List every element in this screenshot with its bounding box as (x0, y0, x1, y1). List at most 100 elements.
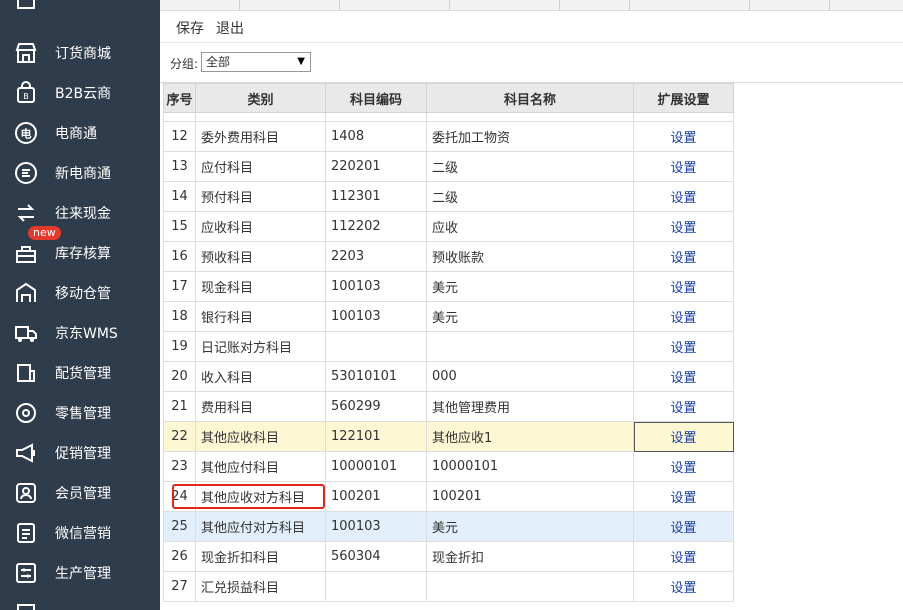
settings-link[interactable]: 设置 (633, 121, 734, 152)
settings-link[interactable]: 设置 (633, 361, 734, 392)
cell-code[interactable]: 53010101 (325, 361, 427, 392)
sidebar-item-new-ecommerce[interactable]: 新电商通 (0, 153, 160, 193)
sidebar-item-jd-wms[interactable]: 京东WMS (0, 313, 160, 353)
cell-name[interactable] (426, 331, 634, 362)
cell-category[interactable]: 委外费用科目 (195, 121, 326, 152)
cell-code[interactable]: 112301 (325, 181, 427, 212)
settings-link[interactable]: 设置 (633, 391, 734, 422)
settings-link[interactable]: 设置 (633, 151, 734, 182)
cell-category[interactable]: 汇兑损益科目 (195, 571, 326, 602)
sidebar-item-top[interactable] (0, 0, 160, 20)
table-row[interactable]: 18 银行科目 100103 美元 设置 (163, 301, 734, 332)
cell-name[interactable]: 100201 (426, 481, 634, 512)
top-tab[interactable] (450, 0, 560, 10)
cell-name[interactable]: 二级 (426, 151, 634, 182)
cell-code[interactable]: 122101 (325, 421, 427, 452)
cell-name[interactable]: 预收账款 (426, 241, 634, 272)
cell-category[interactable]: 预收科目 (195, 241, 326, 272)
cell-code[interactable]: 100103 (325, 301, 427, 332)
cell-category[interactable]: 其他应付对方科目 (195, 511, 326, 542)
sidebar-item-retail[interactable]: 零售管理 (0, 393, 160, 433)
cell-category[interactable]: 其他应收对方科目 (195, 481, 326, 512)
cell-category[interactable]: 日记账对方科目 (195, 331, 326, 362)
cell-name[interactable]: 10000101 (426, 451, 634, 482)
settings-link[interactable]: 设置 (633, 451, 734, 482)
top-tab[interactable] (340, 0, 450, 10)
sidebar-item-mobile-warehouse[interactable]: 移动仓管 (0, 273, 160, 313)
table-row[interactable]: 27 汇兑损益科目 设置 (163, 571, 734, 602)
cell-code[interactable]: 560299 (325, 391, 427, 422)
cell-category[interactable]: 现金折扣科目 (195, 541, 326, 572)
sidebar-item-cash[interactable]: 往来现金 (0, 193, 160, 233)
cell-code[interactable]: 100103 (325, 271, 427, 302)
exit-button[interactable]: 退出 (216, 18, 244, 38)
cell-name[interactable]: 000 (426, 361, 634, 392)
settings-link[interactable]: 设置 (633, 271, 734, 302)
cell-name[interactable]: 其他管理费用 (426, 391, 634, 422)
cell-category[interactable]: 银行科目 (195, 301, 326, 332)
cell-category[interactable]: 应付科目 (195, 151, 326, 182)
table-row[interactable]: 14 预付科目 112301 二级 设置 (163, 181, 734, 212)
settings-link[interactable]: 设置 (633, 211, 734, 242)
cell-name[interactable]: 美元 (426, 511, 634, 542)
sidebar-item-distribution[interactable]: 配货管理 (0, 353, 160, 393)
cell-name[interactable]: 美元 (426, 301, 634, 332)
cell-category[interactable]: 现金科目 (195, 271, 326, 302)
table-row[interactable]: 20 收入科目 53010101 000 设置 (163, 361, 734, 392)
settings-link[interactable]: 设置 (633, 241, 734, 272)
save-button[interactable]: 保存 (176, 18, 204, 38)
top-tab[interactable] (560, 0, 630, 10)
cell-name[interactable]: 委托加工物资 (426, 121, 634, 152)
settings-link[interactable]: 设置 (633, 301, 734, 332)
cell-name[interactable]: 其他应收1 (426, 421, 634, 452)
sidebar-item-promotion[interactable]: 促销管理 (0, 433, 160, 473)
cell-name[interactable] (426, 571, 634, 602)
table-row[interactable]: 19 日记账对方科目 设置 (163, 331, 734, 362)
top-tab[interactable] (160, 0, 240, 10)
cell-code[interactable]: 100103 (325, 511, 427, 542)
cell-name[interactable]: 应收 (426, 211, 634, 242)
cell-code[interactable]: 560304 (325, 541, 427, 572)
sidebar-item-member[interactable]: 会员管理 (0, 473, 160, 513)
table-row[interactable]: 21 费用科目 560299 其他管理费用 设置 (163, 391, 734, 422)
group-select[interactable]: 全部 ▼ (201, 52, 311, 72)
table-row[interactable]: 23 其他应付科目 10000101 10000101 设置 (163, 451, 734, 482)
sidebar-item-ecommerce[interactable]: 电 电商通 (0, 113, 160, 153)
cell-category[interactable]: 收入科目 (195, 361, 326, 392)
sidebar-item-wechat[interactable]: 微信营销 (0, 513, 160, 553)
cell-category[interactable]: 其他应付科目 (195, 451, 326, 482)
cell-code[interactable]: 1408 (325, 121, 427, 152)
table-row[interactable]: 13 应付科目 220201 二级 设置 (163, 151, 734, 182)
cell-code[interactable] (325, 331, 427, 362)
cell-name[interactable]: 现金折扣 (426, 541, 634, 572)
cell-category[interactable]: 费用科目 (195, 391, 326, 422)
sidebar-item-bottom[interactable] (0, 593, 160, 610)
cell-code[interactable]: 112202 (325, 211, 427, 242)
cell-code[interactable]: 2203 (325, 241, 427, 272)
table-row[interactable]: 25 其他应付对方科目 100103 美元 设置 (163, 511, 734, 542)
settings-link[interactable]: 设置 (633, 421, 734, 452)
table-row[interactable]: 15 应收科目 112202 应收 设置 (163, 211, 734, 242)
cell-code[interactable] (325, 571, 427, 602)
top-tab[interactable] (630, 0, 750, 10)
top-tab[interactable] (750, 0, 830, 10)
cell-name[interactable]: 美元 (426, 271, 634, 302)
cell-name[interactable]: 二级 (426, 181, 634, 212)
table-row[interactable]: 17 现金科目 100103 美元 设置 (163, 271, 734, 302)
settings-link[interactable]: 设置 (633, 181, 734, 212)
cell-category[interactable]: 应收科目 (195, 211, 326, 242)
sidebar-item-inventory[interactable]: new 库存核算 (0, 226, 160, 273)
settings-link[interactable]: 设置 (633, 481, 734, 512)
settings-link[interactable]: 设置 (633, 571, 734, 602)
sidebar-item-order-mall[interactable]: 订货商城 (0, 33, 160, 73)
top-tab[interactable] (240, 0, 340, 10)
table-row[interactable]: 12 委外费用科目 1408 委托加工物资 设置 (163, 121, 734, 152)
cell-code[interactable]: 220201 (325, 151, 427, 182)
table-row[interactable]: 16 预收科目 2203 预收账款 设置 (163, 241, 734, 272)
cell-code[interactable]: 100201 (325, 481, 427, 512)
sidebar-item-b2b[interactable]: B B2B云商 (0, 73, 160, 113)
table-row[interactable]: 24 其他应收对方科目 100201 100201 设置 (163, 481, 734, 512)
cell-category[interactable]: 其他应收科目 (195, 421, 326, 452)
sidebar-item-production[interactable]: 生产管理 (0, 553, 160, 593)
table-row[interactable]: 22 其他应收科目 122101 其他应收1 设置 (163, 421, 734, 452)
